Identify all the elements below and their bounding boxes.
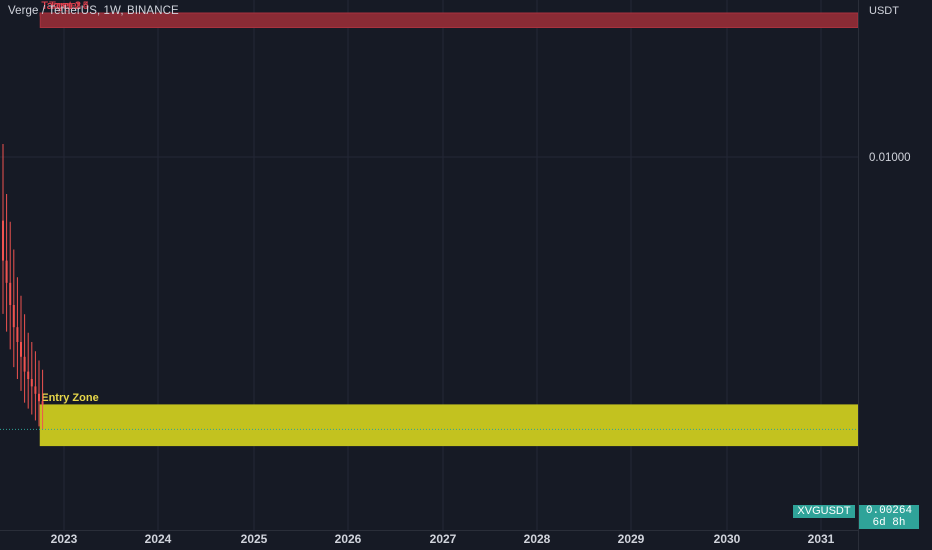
entry-zone-box	[39, 404, 859, 447]
candle-body	[27, 371, 30, 379]
candle-body	[5, 260, 8, 283]
chart-title[interactable]: Verge / TetherUS, 1W, BINANCE	[8, 5, 179, 17]
target-zones: Target 5Target 4Target 3Target 2Target 1…	[39, 0, 859, 447]
x-tick-label: 2023	[51, 532, 78, 546]
candle-body	[12, 305, 15, 328]
axes: 0.010000.020000.030000.040000.050000.060…	[0, 0, 911, 550]
entry-zone-label: Entry Zone	[41, 392, 98, 404]
x-tick-label: 2031	[808, 532, 835, 546]
x-tick-label: 2026	[335, 532, 362, 546]
x-tick-label: 2025	[241, 532, 268, 546]
symbol-label: XVGUSDT	[793, 505, 855, 518]
candle-body	[34, 386, 37, 394]
candle-body	[38, 393, 40, 402]
candle-body	[20, 342, 22, 357]
candle-body	[23, 356, 26, 372]
price-axis-unit: USDT	[869, 5, 899, 17]
candle-body	[41, 401, 44, 405]
y-tick-label: 0.01000	[869, 152, 911, 164]
x-tick-label: 2028	[524, 532, 551, 546]
candle-body	[2, 220, 4, 261]
price-candles	[0, 144, 858, 430]
countdown-label: 6d 8h	[859, 517, 919, 529]
chart-canvas[interactable]: Target 5Target 4Target 3Target 2Target 1…	[0, 0, 932, 550]
last-price-label: 0.00264	[859, 505, 919, 517]
x-tick-label: 2024	[145, 532, 172, 546]
x-tick-label: 2030	[714, 532, 741, 546]
grid-lines	[0, 0, 858, 530]
x-tick-label: 2029	[618, 532, 645, 546]
x-tick-label: 2027	[430, 532, 457, 546]
candle-body	[9, 282, 12, 305]
candle-body	[30, 379, 33, 387]
candle-body	[16, 327, 19, 342]
